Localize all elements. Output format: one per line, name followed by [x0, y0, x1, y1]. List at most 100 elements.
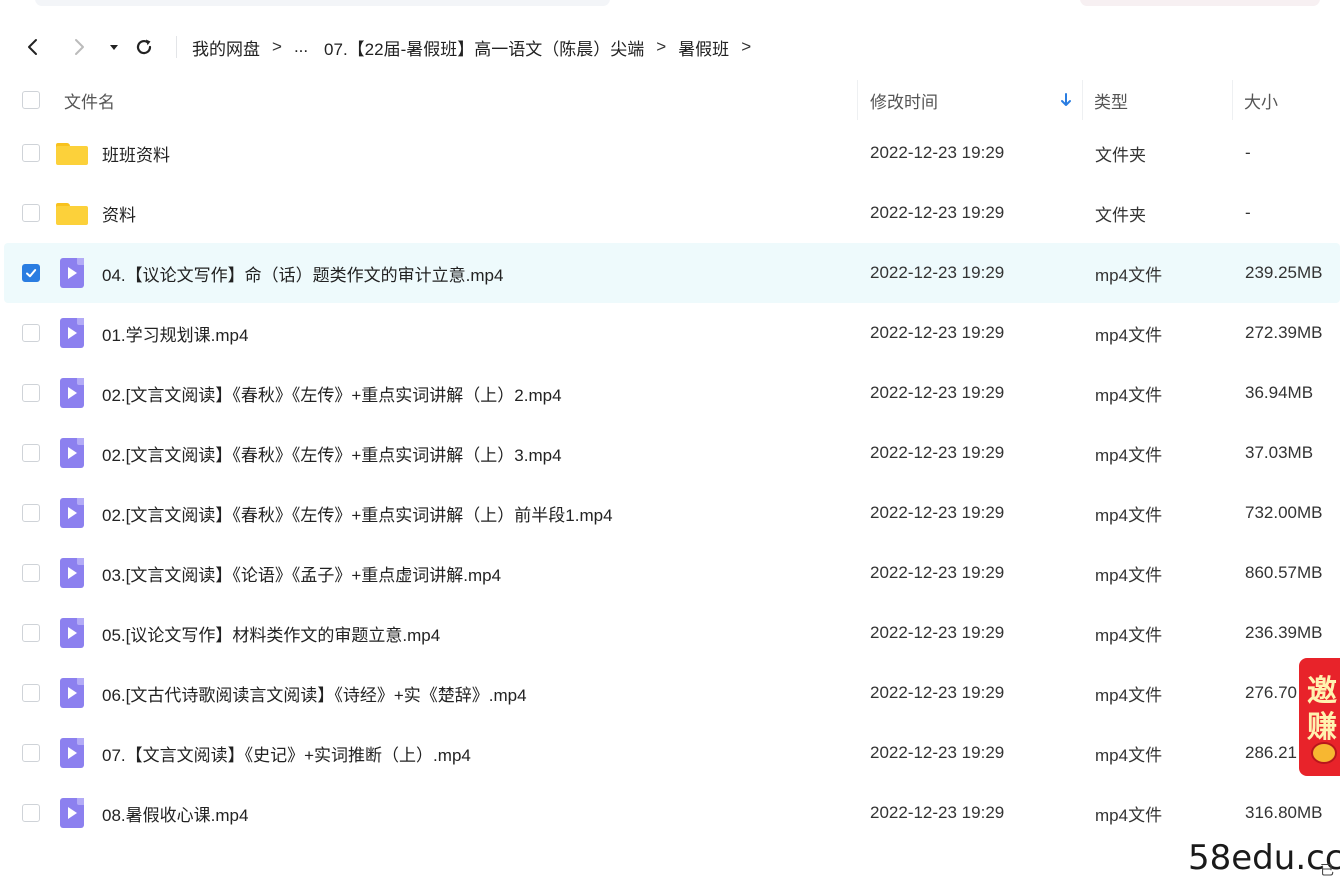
file-name[interactable]: 02.[文言文阅读】《春秋》《左传》+重点实词讲解（上）3.mp4: [102, 423, 562, 483]
file-type: mp4文件: [1095, 685, 1163, 705]
file-name[interactable]: 01.学习规划课.mp4: [102, 303, 248, 363]
video-file-icon: [60, 498, 84, 528]
row-checkbox[interactable]: [22, 744, 40, 762]
row-checkbox[interactable]: [22, 624, 40, 642]
row-checkbox-cell: [22, 723, 40, 783]
column-header-name[interactable]: 文件名: [64, 78, 115, 122]
row-icon-cell: [60, 663, 84, 723]
row-icon-cell: [60, 543, 84, 603]
file-name[interactable]: 04.【议论文写作】命（话）题类作文的审计立意.mp4: [102, 243, 503, 303]
video-file-icon: [60, 378, 84, 408]
history-dropdown-button[interactable]: [103, 36, 125, 58]
row-icon-cell: [56, 123, 88, 183]
breadcrumb-item-course[interactable]: 07.【22届-暑假班】高一语文（陈晨）尖端: [324, 35, 644, 60]
row-checkbox[interactable]: [22, 444, 40, 462]
row-checkbox[interactable]: [22, 204, 40, 222]
video-file-icon: [60, 618, 84, 648]
file-row[interactable]: 04.【议论文写作】命（话）题类作文的审计立意.mp4 2022-12-23 19…: [4, 243, 1340, 303]
file-size: 860.57MB: [1245, 563, 1323, 582]
file-name[interactable]: 07.【文言文阅读】《史记》+实词推断（上）.mp4: [102, 723, 471, 783]
row-icon-cell: [60, 603, 84, 663]
row-checkbox-cell: [22, 363, 40, 423]
folder-icon: [56, 201, 88, 225]
row-checkbox[interactable]: [22, 684, 40, 702]
breadcrumb-item-current[interactable]: 暑假班: [678, 35, 729, 60]
file-row[interactable]: 班班资料 2022-12-23 19:29 文件夹 -: [0, 123, 1340, 183]
file-name[interactable]: 08.暑假收心课.mp4: [102, 783, 248, 843]
file-size: -: [1245, 203, 1251, 222]
breadcrumb-separator: >: [272, 37, 282, 56]
caret-down-icon: [110, 45, 118, 50]
check-icon: [26, 269, 37, 278]
navigation-toolbar: 我的网盘 > ... > 07.【22届-暑假班】高一语文（陈晨）尖端 > 暑假…: [0, 28, 1340, 66]
forward-button[interactable]: [68, 36, 90, 58]
row-checkbox[interactable]: [22, 324, 40, 342]
column-header-type[interactable]: 类型: [1094, 78, 1128, 122]
row-checkbox-cell: [22, 183, 40, 243]
back-button[interactable]: [22, 36, 44, 58]
video-file-icon: [60, 318, 84, 348]
row-checkbox-cell: [22, 423, 40, 483]
file-row[interactable]: 01.学习规划课.mp4 2022-12-23 19:29 mp4文件 272.39M…: [0, 303, 1340, 363]
file-size: 272.39MB: [1245, 323, 1323, 342]
top-strip: [0, 0, 1340, 10]
file-modified-time: 2022-12-23 19:29: [870, 683, 1005, 702]
row-icon-cell: [60, 723, 84, 783]
file-modified-time: 2022-12-23 19:29: [870, 263, 1005, 282]
row-checkbox-cell: [22, 783, 40, 843]
file-modified-time: 2022-12-23 19:29: [870, 623, 1005, 642]
row-icon-cell: [60, 783, 84, 843]
row-checkbox[interactable]: [22, 564, 40, 582]
file-name[interactable]: 05.[议论文写作】材料类作文的审题立意.mp4: [102, 603, 440, 663]
file-size: 316.80MB: [1245, 803, 1323, 822]
file-type: 文件夹: [1095, 205, 1146, 225]
file-row[interactable]: 05.[议论文写作】材料类作文的审题立意.mp4 2022-12-23 19:29…: [0, 603, 1340, 663]
file-type: 文件夹: [1095, 145, 1146, 165]
row-checkbox[interactable]: [22, 264, 40, 282]
file-row[interactable]: 资料 2022-12-23 19:29 文件夹 -: [0, 183, 1340, 243]
row-icon-cell: [60, 483, 84, 543]
file-row[interactable]: 02.[文言文阅读】《春秋》《左传》+重点实词讲解（上）2.mp4 2022-12…: [0, 363, 1340, 423]
file-name[interactable]: 06.[文古代诗歌阅读言文阅读】《诗经》+实《楚辞》.mp4: [102, 663, 527, 723]
sort-button[interactable]: [1059, 78, 1073, 122]
column-divider[interactable]: [857, 80, 858, 120]
file-row[interactable]: 07.【文言文阅读】《史记》+实词推断（上）.mp4 2022-12-23 19:…: [0, 723, 1340, 783]
file-name[interactable]: 资料: [102, 183, 136, 243]
refresh-button[interactable]: [133, 36, 155, 58]
file-name[interactable]: 班班资料: [102, 123, 170, 183]
column-divider[interactable]: [1082, 80, 1083, 120]
select-all-checkbox[interactable]: [22, 91, 40, 109]
file-name[interactable]: 02.[文言文阅读】《春秋》《左传》+重点实词讲解（上）2.mp4: [102, 363, 562, 423]
top-action-bar[interactable]: [1080, 0, 1320, 6]
file-row[interactable]: 08.暑假收心课.mp4 2022-12-23 19:29 mp4文件 316.80M…: [0, 783, 1340, 843]
row-checkbox-cell: [22, 303, 40, 363]
promo-badge[interactable]: 邀 赚: [1299, 658, 1340, 776]
select-all-cell: [22, 78, 40, 122]
row-checkbox[interactable]: [22, 504, 40, 522]
row-checkbox[interactable]: [22, 384, 40, 402]
column-header-size[interactable]: 大小: [1244, 78, 1278, 122]
file-name[interactable]: 03.[文言文阅读】《论语》《孟子》+重点虚词讲解.mp4: [102, 543, 501, 603]
file-row[interactable]: 03.[文言文阅读】《论语》《孟子》+重点虚词讲解.mp4 2022-12-23 …: [0, 543, 1340, 603]
row-checkbox[interactable]: [22, 804, 40, 822]
file-modified-time: 2022-12-23 19:29: [870, 323, 1005, 342]
file-name[interactable]: 02.[文言文阅读】《春秋》《左传》+重点实词讲解（上）前半段1.mp4: [102, 483, 613, 543]
file-size: 37.03MB: [1245, 443, 1314, 462]
file-type: mp4文件: [1095, 805, 1163, 825]
file-row[interactable]: 02.[文言文阅读】《春秋》《左传》+重点实词讲解（上）3.mp4 2022-12…: [0, 423, 1340, 483]
row-checkbox-cell: [22, 543, 40, 603]
file-type: mp4文件: [1095, 265, 1163, 285]
row-checkbox[interactable]: [22, 144, 40, 162]
top-search-bar[interactable]: [35, 0, 610, 6]
column-header-modified[interactable]: 修改时间: [870, 78, 938, 122]
column-divider[interactable]: [1232, 80, 1233, 120]
breadcrumb-item-ellipsis[interactable]: ...: [294, 37, 308, 57]
breadcrumb-item-root[interactable]: 我的网盘: [192, 35, 260, 60]
file-row[interactable]: 02.[文言文阅读】《春秋》《左传》+重点实词讲解（上）前半段1.mp4 2022…: [0, 483, 1340, 543]
file-modified-time: 2022-12-23 19:29: [870, 383, 1005, 402]
file-row[interactable]: 06.[文古代诗歌阅读言文阅读】《诗经》+实《楚辞》.mp4 2022-12-23…: [0, 663, 1340, 723]
file-size: 36.94MB: [1245, 383, 1314, 402]
breadcrumb-separator: >: [741, 37, 752, 56]
file-modified-time: 2022-12-23 19:29: [870, 503, 1005, 522]
file-type: mp4文件: [1095, 745, 1163, 765]
